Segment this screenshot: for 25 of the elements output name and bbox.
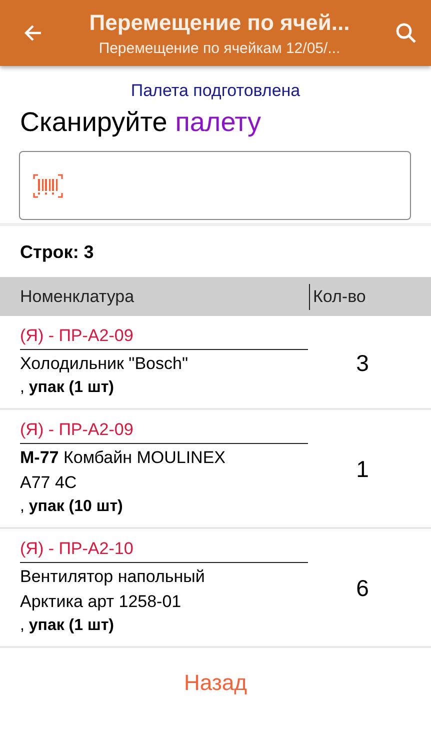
- table-row[interactable]: (Я) - ПР-А2-09 М-77 Комбайн MOULINEX A77 4C , упак (10 шт) 1: [0, 410, 431, 529]
- column-header: Кол-во: [309, 284, 366, 310]
- table-row[interactable]: (Я) - ПР-А2-10 Вентилятор напольный Арктика арт 1258-01 , упак (1 шт) 6: [0, 529, 431, 648]
- row-count: Строк: 3: [20, 242, 95, 263]
- item-package: , упак (10 шт): [20, 497, 124, 517]
- item-name: М-77 Комбайн MOULINEX A77 4C: [20, 447, 227, 494]
- item-quantity: 6: [356, 575, 369, 602]
- prompt-text: Сканируйте: [20, 107, 168, 138]
- status-text: Палета подготовлена: [130, 81, 302, 101]
- storage-cell-code: (Я) - ПР-А2-09: [20, 326, 308, 350]
- item-package: , упак (1 шт): [20, 616, 115, 636]
- item-quantity: 3: [356, 350, 369, 376]
- storage-cell-code: (Я) - ПР-А2-09: [20, 420, 308, 444]
- table-row[interactable]: (Я) - ПР-А2-09 Холодильник "Bosch" , упак (1 шт) 3: [0, 316, 431, 410]
- prompt-target: палету: [175, 107, 261, 138]
- storage-cell-code: (Я) - ПР-А2-10: [20, 539, 308, 563]
- screen-title: Перемещение по ячей...: [89, 10, 350, 36]
- item-name: Вентилятор напольный Арктика арт 1258-01: [20, 566, 206, 613]
- item-quantity: 1: [356, 456, 369, 483]
- scan-input-field[interactable]: [19, 151, 411, 220]
- barcode-scan-icon: [33, 174, 63, 198]
- item-package: , упак (1 шт): [20, 378, 115, 398]
- item-name: Холодильник "Bosch": [20, 353, 189, 375]
- column-header: Номенклатура: [19, 286, 136, 306]
- screen-subtitle: Перемещение по ячейкам 12/05/...: [98, 40, 340, 56]
